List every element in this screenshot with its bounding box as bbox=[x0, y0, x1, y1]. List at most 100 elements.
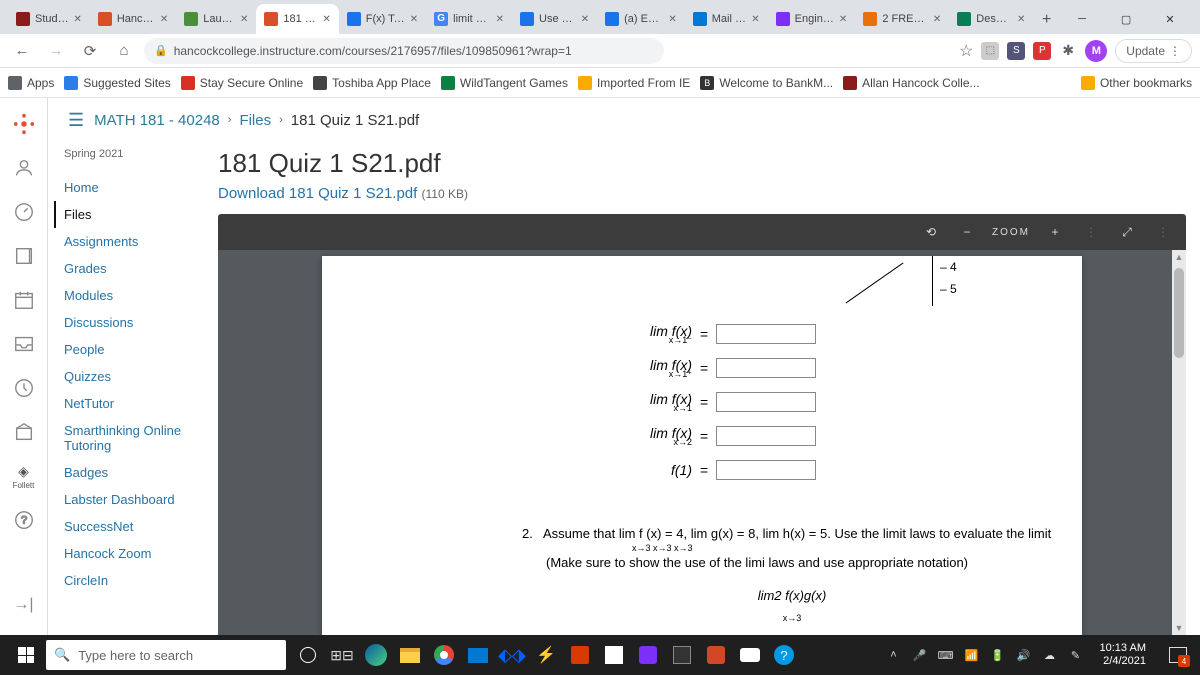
home-button[interactable]: ⌂ bbox=[110, 37, 138, 65]
answer-box[interactable] bbox=[716, 324, 816, 344]
scrollbar-thumb[interactable] bbox=[1174, 268, 1184, 358]
dropbox-icon[interactable]: ⬖⬗ bbox=[496, 639, 528, 671]
nav-nettutor[interactable]: NetTutor bbox=[64, 390, 208, 417]
answer-box[interactable] bbox=[716, 358, 816, 378]
tray-mic-icon[interactable]: 🎤 bbox=[912, 647, 928, 663]
answer-box[interactable] bbox=[716, 426, 816, 446]
nav-help[interactable]: ? bbox=[4, 500, 44, 540]
tab-181quiz-active[interactable]: 181 Qui✕ bbox=[256, 4, 338, 34]
pdf-scrollbar[interactable]: ▲ ▼ bbox=[1172, 250, 1186, 635]
profile-avatar[interactable]: M bbox=[1085, 40, 1107, 62]
close-icon[interactable]: ✕ bbox=[839, 14, 847, 25]
tab-estim[interactable]: (a) Estim✕ bbox=[597, 4, 685, 34]
calculator-icon[interactable] bbox=[666, 639, 698, 671]
close-icon[interactable]: ✕ bbox=[240, 14, 248, 25]
edge-icon[interactable] bbox=[360, 639, 392, 671]
nav-dashboard[interactable] bbox=[4, 192, 44, 232]
close-icon[interactable]: ✕ bbox=[581, 14, 589, 25]
close-icon[interactable]: ✕ bbox=[1017, 14, 1025, 25]
extension-icon[interactable]: P bbox=[1033, 42, 1051, 60]
puzzle-icon[interactable]: ✱ bbox=[1059, 42, 1077, 60]
window-close-button[interactable]: ✕ bbox=[1148, 4, 1192, 34]
tab-2free[interactable]: 2 FREE M✕ bbox=[855, 4, 949, 34]
app-icon[interactable]: ⚡ bbox=[530, 639, 562, 671]
hamburger-icon[interactable]: ☰ bbox=[68, 110, 84, 131]
breadcrumb-files[interactable]: Files bbox=[239, 112, 271, 129]
tray-volume-icon[interactable]: 🔊 bbox=[1016, 647, 1032, 663]
nav-smarthinking[interactable]: Smarthinking Online Tutoring bbox=[64, 417, 208, 459]
tray-onedrive-icon[interactable]: ☁ bbox=[1042, 647, 1058, 663]
taskbar-search[interactable]: 🔍 Type here to search bbox=[46, 640, 286, 670]
nav-inbox[interactable] bbox=[4, 324, 44, 364]
chrome-icon[interactable] bbox=[428, 639, 460, 671]
nav-successnet[interactable]: SuccessNet bbox=[64, 513, 208, 540]
zoom-out-icon[interactable]: − bbox=[956, 221, 978, 243]
nav-home[interactable]: Home bbox=[64, 174, 208, 201]
bookmark-wildtangent[interactable]: WildTangent Games bbox=[441, 76, 568, 90]
bookmark-toshiba[interactable]: Toshiba App Place bbox=[313, 76, 431, 90]
nav-courses[interactable] bbox=[4, 236, 44, 276]
start-button[interactable] bbox=[6, 635, 46, 675]
close-icon[interactable]: ✕ bbox=[496, 14, 504, 25]
notifications-button[interactable]: 4 bbox=[1162, 639, 1194, 671]
app-icon[interactable] bbox=[632, 639, 664, 671]
store-icon[interactable] bbox=[598, 639, 630, 671]
bookmark-bankm[interactable]: BWelcome to BankM... bbox=[700, 76, 833, 90]
rotate-icon[interactable]: ⟲ bbox=[920, 221, 942, 243]
zoom-in-icon[interactable]: + bbox=[1044, 221, 1066, 243]
close-icon[interactable]: ✕ bbox=[160, 14, 168, 25]
close-icon[interactable]: ✕ bbox=[73, 14, 81, 25]
close-icon[interactable]: ✕ bbox=[933, 14, 941, 25]
close-icon[interactable]: ✕ bbox=[410, 14, 418, 25]
star-icon[interactable]: ☆ bbox=[959, 41, 973, 61]
tab-engineer[interactable]: Engineer✕ bbox=[768, 4, 856, 34]
tab-usethe[interactable]: Use The✕ bbox=[512, 4, 597, 34]
url-bar[interactable]: 🔒 hancockcollege.instructure.com/courses… bbox=[144, 38, 664, 64]
bookmark-apps[interactable]: Apps bbox=[8, 76, 54, 90]
bookmark-hancock[interactable]: Allan Hancock Colle... bbox=[843, 76, 979, 90]
answer-box[interactable] bbox=[716, 392, 816, 412]
nav-collapse[interactable]: →| bbox=[4, 585, 44, 625]
nav-discussions[interactable]: Discussions bbox=[64, 309, 208, 336]
back-button[interactable]: ← bbox=[8, 37, 36, 65]
tab-mail[interactable]: Mail - M✕ bbox=[685, 4, 768, 34]
extension-icon[interactable]: ⬚ bbox=[981, 42, 999, 60]
canvas-logo[interactable] bbox=[4, 104, 44, 144]
bookmark-imported[interactable]: Imported From IE bbox=[578, 76, 690, 90]
tab-fx[interactable]: F(x) To F✕ bbox=[339, 4, 426, 34]
pdf-viewport[interactable]: – 4 – 5 lim f(x)x→1⁻ = lim f(x)x→1⁺ bbox=[218, 250, 1186, 635]
tab-hancock[interactable]: Hancock✕ bbox=[90, 4, 176, 34]
new-tab-button[interactable]: + bbox=[1033, 6, 1060, 34]
forward-button[interactable]: → bbox=[42, 37, 70, 65]
nav-zoom[interactable]: Hancock Zoom bbox=[64, 540, 208, 567]
close-icon[interactable]: ✕ bbox=[668, 14, 676, 25]
nav-follett[interactable]: ◈Follett bbox=[4, 456, 44, 496]
explorer-icon[interactable] bbox=[394, 639, 426, 671]
office-icon[interactable] bbox=[564, 639, 596, 671]
nav-circlein[interactable]: CircleIn bbox=[64, 567, 208, 594]
taskbar-clock[interactable]: 10:13 AM 2/4/2021 bbox=[1094, 642, 1152, 667]
window-maximize-button[interactable]: ▢ bbox=[1104, 4, 1148, 34]
fullscreen-icon[interactable]: ⤢ bbox=[1116, 221, 1138, 243]
nav-labster[interactable]: Labster Dashboard bbox=[64, 486, 208, 513]
tab-launch[interactable]: Launch✕ bbox=[176, 4, 256, 34]
camera-icon[interactable] bbox=[734, 639, 766, 671]
tray-pen-icon[interactable]: ✎ bbox=[1068, 647, 1084, 663]
tray-wifi-icon[interactable]: 📶 bbox=[964, 647, 980, 663]
nav-badges[interactable]: Badges bbox=[64, 459, 208, 486]
nav-files[interactable]: Files bbox=[54, 201, 208, 228]
window-minimize-button[interactable]: ─ bbox=[1060, 4, 1104, 34]
nav-calendar[interactable] bbox=[4, 280, 44, 320]
nav-commons[interactable] bbox=[4, 412, 44, 452]
cortana-icon[interactable] bbox=[292, 639, 324, 671]
task-view-icon[interactable]: ⊞⊟ bbox=[326, 639, 358, 671]
close-icon[interactable]: ✕ bbox=[751, 14, 759, 25]
powerpoint-icon[interactable] bbox=[700, 639, 732, 671]
breadcrumb-course[interactable]: MATH 181 - 40248 bbox=[94, 112, 220, 129]
close-icon[interactable]: ✕ bbox=[322, 14, 330, 25]
tab-desmos[interactable]: Desmos✕ bbox=[949, 4, 1033, 34]
tab-student[interactable]: Student✕ bbox=[8, 4, 90, 34]
bookmark-suggested[interactable]: Suggested Sites bbox=[64, 76, 170, 90]
nav-history[interactable] bbox=[4, 368, 44, 408]
nav-account[interactable] bbox=[4, 148, 44, 188]
